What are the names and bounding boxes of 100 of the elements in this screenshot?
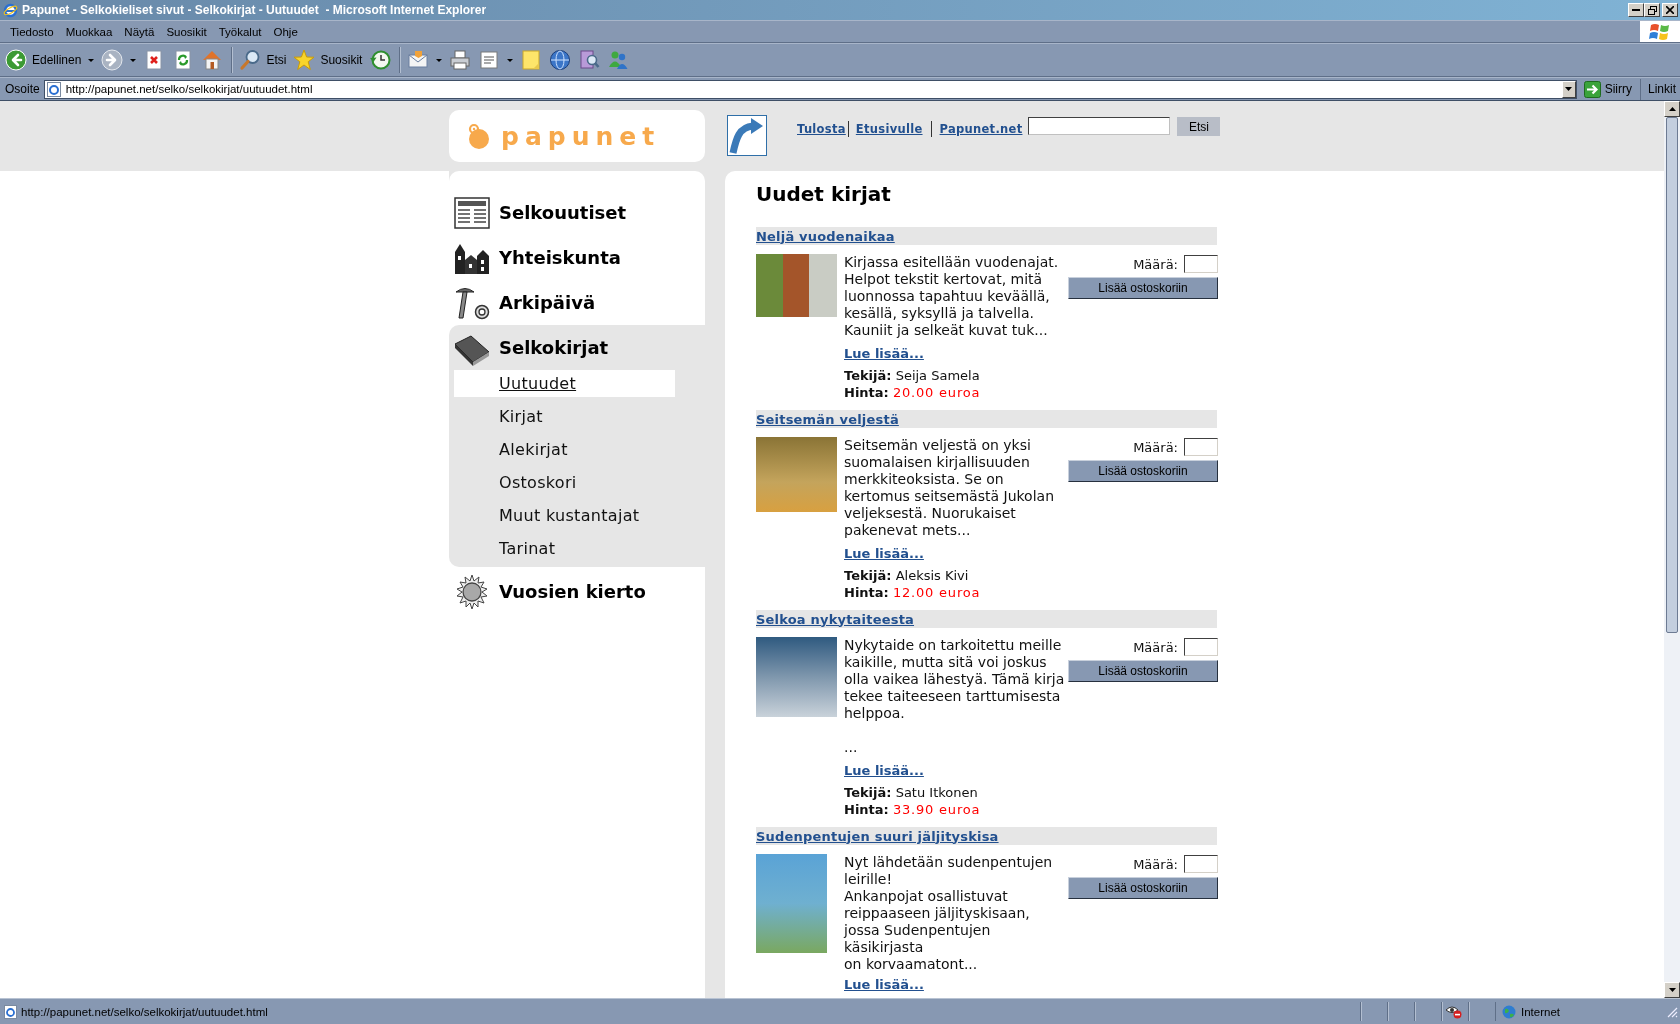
resize-grip-icon[interactable] — [1666, 1005, 1678, 1018]
quantity-label: Määrä: — [1133, 856, 1178, 872]
nav-sublink[interactable]: Alekirjat — [454, 436, 675, 463]
zone-label: Internet — [1521, 1005, 1560, 1018]
close-button[interactable] — [1662, 3, 1678, 17]
quantity-field[interactable] — [1184, 255, 1218, 273]
header-link[interactable]: Etusivulle — [855, 122, 923, 136]
nav-sublink[interactable]: Tarinat — [454, 535, 675, 562]
newspaper-icon — [453, 194, 491, 231]
nav-link[interactable]: Yhteiskunta — [449, 235, 705, 280]
back-button[interactable]: Edellinen — [3, 46, 99, 74]
author-text: Tekijä: Aleksis Kivi — [844, 567, 970, 584]
globe-icon — [549, 49, 572, 71]
caret-icon — [507, 58, 514, 62]
read-more-link[interactable]: Lue lisää... — [844, 545, 924, 562]
window-title: Papunet - Selkokieliset sivut - Selkokirjat - Uutuudet - Microsoft Internet Explorer — [22, 3, 488, 17]
restore-button[interactable] — [1644, 3, 1660, 17]
note-icon — [520, 49, 543, 71]
book-magnifier-icon — [578, 49, 601, 71]
down-arrow-icon — [1668, 988, 1676, 992]
logo-text: papunet — [501, 121, 661, 151]
page-icon — [46, 81, 61, 97]
add-to-cart-button[interactable]: Lisää ostoskoriin — [1068, 460, 1218, 482]
search-icon — [239, 49, 262, 71]
book-title-link[interactable]: Seitsemän veljestä — [756, 411, 899, 427]
book-title-link[interactable]: Neljä vuodenaikaa — [756, 228, 895, 244]
page-icon — [4, 1004, 17, 1019]
book-description: Seitsemän veljestä on yksi suomalaisen kirjallisuuden merkkiteoksista. Se on kertomus seitsemästä Jukolan veljeksestä. Nuorukaiset pakenevat mets... — [844, 437, 1056, 539]
links-button[interactable]: Linkit — [1645, 78, 1680, 100]
read-more-link[interactable]: Lue lisää... — [844, 762, 924, 779]
add-to-cart-button[interactable]: Lisää ostoskoriin — [1068, 660, 1218, 682]
envelope-icon — [407, 49, 430, 71]
caret-icon — [436, 58, 443, 62]
address-field[interactable]: http://papunet.net/selko/selkokirjat/uutuudet.html — [43, 79, 1577, 99]
people-icon — [607, 49, 630, 71]
browser-icon — [3, 2, 18, 18]
scroll-down-button[interactable] — [1664, 982, 1680, 998]
add-to-cart-button[interactable]: Lisää ostoskoriin — [1068, 877, 1218, 899]
globe-icon — [1502, 1004, 1516, 1019]
add-to-cart-button[interactable]: Lisää ostoskoriin — [1068, 277, 1218, 299]
nav-sublink[interactable]: Muut kustantajat — [454, 502, 675, 529]
menu-item[interactable]: Tiedosto — [4, 25, 60, 38]
book-title-link[interactable]: Sudenpentujen suuri jäljityskisa — [756, 828, 999, 844]
home-icon — [201, 49, 224, 71]
scroll-up-button[interactable] — [1664, 101, 1680, 117]
price-text: Hinta: 33.90 euroa — [844, 801, 982, 818]
page-heading: Uudet kirjat — [756, 183, 892, 205]
nav-sublink[interactable]: Uutuudet — [454, 370, 675, 397]
header-link[interactable]: Tulosta — [797, 122, 846, 136]
quantity-label: Määrä: — [1133, 439, 1178, 455]
quantity-label: Määrä: — [1133, 256, 1178, 272]
nav-link[interactable]: Selkokirjat — [449, 325, 705, 370]
nav-link[interactable]: Vuosien kierto — [449, 569, 705, 614]
read-more-link[interactable]: Lue lisää... — [844, 345, 924, 362]
minimize-button[interactable] — [1628, 3, 1644, 17]
close-icon — [1666, 6, 1674, 14]
menu-item[interactable]: Suosikit — [160, 25, 213, 38]
vertical-scrollbar[interactable] — [1664, 101, 1680, 998]
menu-item[interactable]: Työkalut — [212, 25, 268, 38]
arrow-right-icon — [1583, 80, 1601, 98]
document-icon — [478, 49, 501, 71]
price-text: Hinta: 12.00 euroa — [844, 584, 982, 601]
status-text: http://papunet.net/selko/selkokirjat/uutuudet.html — [21, 1005, 269, 1018]
search-field[interactable] — [1028, 117, 1171, 135]
up-arrow-icon — [1668, 107, 1676, 111]
address-label: Osoite — [5, 82, 40, 96]
book-description: Nyt lähdetään sudenpentujen leirille! Ankanpojat osallistuvat reippaaseen jäljityskisaan, jossa Sudenpentujen käsikirjasta on korvaamatont... — [844, 854, 1054, 973]
caret-icon — [130, 58, 137, 62]
favorites-button[interactable]: Suosikit — [291, 46, 367, 74]
scroll-thumb[interactable] — [1666, 117, 1678, 633]
book-description: Kirjassa esitellään vuodenajat. Helpot tekstit kertovat, mitä luonnossa tapahtuu keväällä, kesällä, syksyllä ja talvella. Kauniit ja selkeät kuvat tuk... — [844, 254, 1060, 339]
menu-item[interactable]: Muokkaa — [59, 25, 119, 38]
caret-icon — [88, 58, 95, 62]
dropdown-button[interactable] — [1561, 80, 1576, 98]
caret-icon — [1565, 87, 1573, 91]
search-button[interactable]: Etsi — [1177, 117, 1221, 136]
author-text: Tekijä: Satu Itkonen — [844, 784, 979, 801]
author-text: Tekijä: Seija Samela — [844, 367, 981, 384]
book-description: Nykytaide on tarkoitettu meille kaikille, mutta sitä voi joskus olla vaikea lähestyä. Tämä kirja tekee taiteeseen tarttumisesta helppoa. ... — [844, 637, 1066, 756]
nav-sublink[interactable]: Kirjat — [454, 403, 675, 430]
read-more-link[interactable]: Lue lisää... — [844, 976, 924, 993]
star-icon — [293, 49, 316, 71]
quantity-label: Määrä: — [1133, 639, 1178, 655]
nav-sublink[interactable]: Ostoskori — [454, 469, 675, 496]
quantity-field[interactable] — [1184, 638, 1218, 656]
search-button[interactable]: Etsi — [237, 46, 291, 74]
quantity-field[interactable] — [1184, 855, 1218, 873]
menu-item[interactable]: Ohje — [267, 25, 304, 38]
restore-icon — [1647, 5, 1657, 15]
printer-icon — [449, 49, 472, 71]
minimize-icon — [1632, 9, 1640, 11]
nav-link[interactable]: Selkouutiset — [449, 190, 705, 235]
go-button[interactable]: Siirry — [1580, 78, 1641, 100]
book-title-link[interactable]: Selkoa nykytaiteesta — [756, 611, 915, 627]
flag-icon — [1649, 21, 1671, 42]
quantity-field[interactable] — [1184, 438, 1218, 456]
eye-stop-icon — [1444, 1004, 1462, 1019]
nav-link[interactable]: Arkipäivä — [449, 280, 705, 325]
menu-item[interactable]: Näytä — [118, 25, 161, 38]
header-link[interactable]: Papunet.net — [939, 122, 1023, 136]
